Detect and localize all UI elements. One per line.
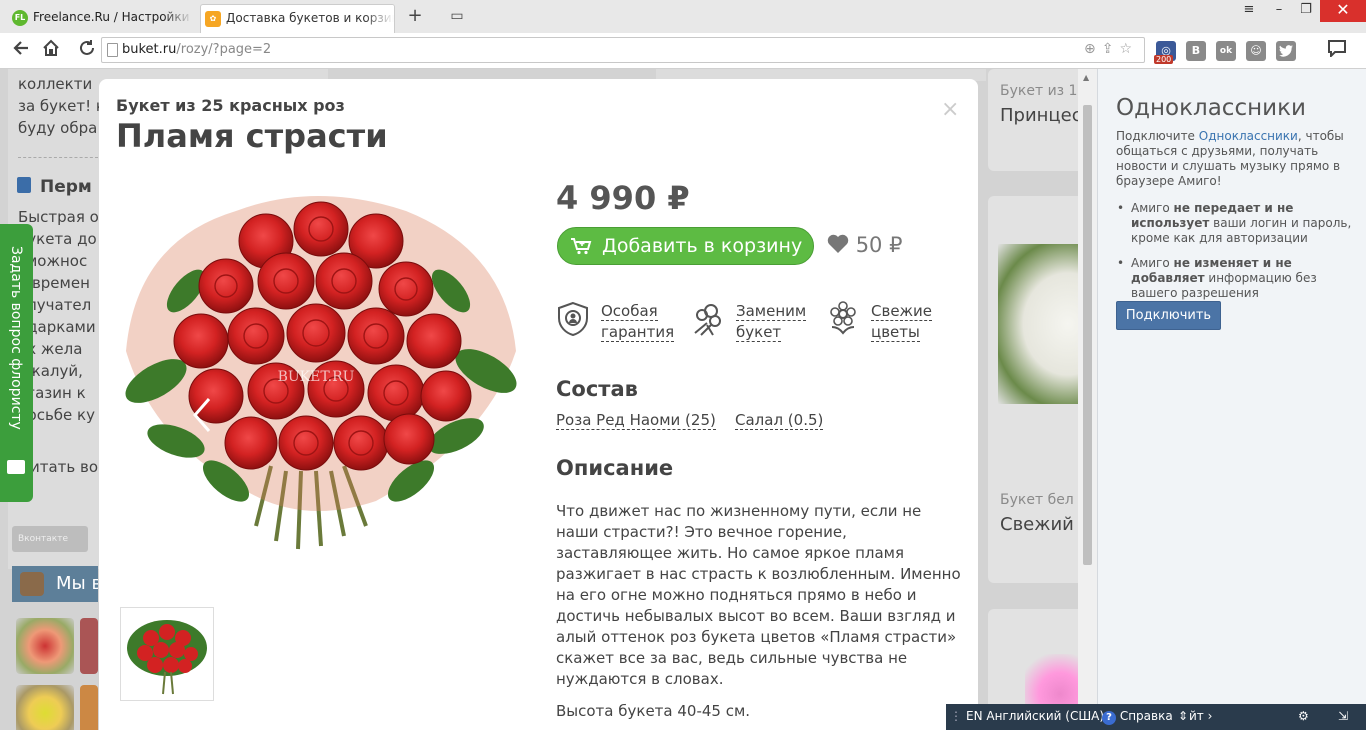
counter-badge: 200 xyxy=(1154,55,1174,64)
bg-text: за букет! к xyxy=(18,97,105,115)
instagram-icon xyxy=(20,572,44,596)
odnoklassniki-link[interactable]: Одноклассники xyxy=(1199,129,1298,143)
help-button[interactable]: ? Справка xyxy=(1102,709,1173,725)
feature-label[interactable]: Свежие xyxy=(871,302,933,321)
bg-heading: Перм xyxy=(40,177,92,197)
back-arrow-icon[interactable] xyxy=(10,39,32,61)
restore-button[interactable]: ❐ xyxy=(1295,0,1317,22)
extension-icon[interactable]: ⊕ xyxy=(1084,41,1102,57)
instagram-block[interactable]: Мы в xyxy=(12,566,98,602)
updown-icon[interactable]: ⇕ xyxy=(1178,709,1188,723)
minimize-button[interactable]: – xyxy=(1268,0,1290,22)
document-icon xyxy=(17,177,31,193)
tab-freelance[interactable]: FLFreelance.Ru / Настройки - М xyxy=(8,4,193,33)
vk-share-button[interactable]: Вконтакте xyxy=(12,526,88,552)
mail-agent-icon[interactable]: ☺ xyxy=(1246,41,1266,61)
scroll-up-icon[interactable]: ▲ xyxy=(1083,73,1089,82)
ask-florist-tab[interactable]: Задать вопрос флористу xyxy=(0,224,33,502)
add-to-cart-button[interactable]: Добавить в корзину xyxy=(557,227,814,265)
new-tab-button[interactable]: + xyxy=(405,6,425,26)
grip-icon: ⋮ xyxy=(950,709,962,723)
feature-label[interactable]: букет xyxy=(736,323,782,342)
image-thumbnail[interactable] xyxy=(120,607,214,701)
description-text: Что движет нас по жизненному пути, если … xyxy=(556,502,961,688)
card-category: Букет из 1 xyxy=(1000,83,1078,99)
star-icon[interactable]: ☆ xyxy=(1119,41,1138,57)
vk-icon[interactable]: B xyxy=(1186,41,1206,61)
feature-label[interactable]: Заменим xyxy=(736,302,807,321)
cart-icon xyxy=(571,238,592,255)
buket-favicon-icon: ✿ xyxy=(205,10,221,27)
product-title: Пламя страсти xyxy=(116,117,388,155)
composition-heading: Состав xyxy=(556,377,638,401)
tab-overview-icon[interactable]: ▭ xyxy=(447,6,467,26)
read-more-link[interactable]: итать во xyxy=(30,457,98,478)
side-bullet: Амиго не изменяет и не добавляет информа… xyxy=(1117,256,1359,301)
product-price: 4 990 ₽ xyxy=(556,179,690,217)
feature-label[interactable]: гарантия xyxy=(601,323,675,342)
bg-text: коллекти xyxy=(18,75,93,93)
odnoklassniki-side-panel: Одноклассники Подключите Одноклассники, … xyxy=(1097,69,1366,730)
watermark: BUKET.RU xyxy=(278,369,355,385)
tab-strip: FLFreelance.Ru / Настройки - М ✿Доставка… xyxy=(0,0,1366,34)
browser-toolbar: buket.ru/rozy/?page=2 ⊕⇪☆ ◎ 200 B ok ☺ xyxy=(0,33,1366,69)
product-thumbnail[interactable] xyxy=(80,618,98,674)
feature-label[interactable]: Особая xyxy=(601,302,658,321)
home-icon[interactable] xyxy=(40,39,62,61)
odnoklassniki-icon[interactable]: ok xyxy=(1216,41,1236,61)
product-thumbnail[interactable] xyxy=(16,685,74,730)
side-panel-title: Одноклассники xyxy=(1116,95,1306,121)
help-icon: ? xyxy=(1102,711,1116,725)
side-panel-intro: Подключите Одноклассники, чтобы общаться… xyxy=(1116,129,1344,188)
height-note: Высота букета 40-45 см. xyxy=(556,702,751,720)
description-heading: Описание xyxy=(556,456,674,480)
product-subtitle: Букет из 25 красных роз xyxy=(116,96,345,115)
card-name[interactable]: Свежий xyxy=(1000,514,1074,535)
card-name[interactable]: Принцес xyxy=(1000,105,1082,126)
freelance-favicon-icon: FL xyxy=(12,9,28,26)
minimize-bar-icon[interactable]: ⇲ xyxy=(1338,709,1348,723)
product-thumbnail[interactable] xyxy=(80,685,98,730)
feature-label[interactable]: цветы xyxy=(871,323,920,342)
side-bullet: Амиго не передает и не использует ваши л… xyxy=(1117,201,1359,246)
heart-icon xyxy=(827,234,849,253)
bonus-value: 50 ₽ xyxy=(855,233,903,257)
twitter-icon[interactable] xyxy=(1276,41,1296,61)
connect-button[interactable]: Подключить xyxy=(1116,301,1221,330)
close-icon[interactable]: × xyxy=(941,97,959,122)
add-to-cart-label: Добавить в корзину xyxy=(602,235,803,257)
product-modal: Букет из 25 красных роз Пламя страсти × xyxy=(99,79,978,730)
taskbar-partial-text: йт › xyxy=(1189,709,1213,723)
scroll-thumb[interactable] xyxy=(1083,105,1092,565)
language-indicator[interactable]: EN Английский (США) xyxy=(966,709,1104,723)
product-thumbnail[interactable] xyxy=(16,618,74,674)
settings-icon[interactable]: ⚙ xyxy=(1298,709,1309,723)
page-scrollbar[interactable]: ▲ xyxy=(1078,69,1097,730)
bg-text: буду обра xyxy=(18,119,98,137)
ask-florist-label: Задать вопрос флористу xyxy=(8,246,24,430)
url-actions: ⊕⇪☆ xyxy=(1084,41,1138,57)
share-icon[interactable]: ⇪ xyxy=(1102,41,1120,57)
address-bar[interactable]: buket.ru/rozy/?page=2 ⊕⇪☆ xyxy=(101,37,1145,63)
composition-item[interactable]: Роза Ред Наоми (25) xyxy=(556,411,716,430)
close-window-button[interactable]: ✕ xyxy=(1320,0,1366,22)
page-icon xyxy=(107,43,118,57)
menu-icon[interactable]: ≡ xyxy=(1238,0,1260,22)
language-bar: ⋮ EN Английский (США) ? Справка ⇕ йт › ⚙… xyxy=(946,704,1366,730)
shield-icon xyxy=(558,301,588,337)
bouquet-icon xyxy=(694,304,721,336)
chat-bubble-icon xyxy=(7,460,25,474)
flower-icon xyxy=(830,301,856,335)
tab-buket[interactable]: ✿ Доставка букетов и корзин с xyxy=(200,4,395,34)
reload-icon[interactable] xyxy=(76,39,98,61)
url-text[interactable]: buket.ru/rozy/?page=2 xyxy=(122,42,271,57)
bonus-points: 50 ₽ xyxy=(827,233,902,257)
composition-item[interactable]: Салал (0.5) xyxy=(735,411,824,430)
prev-image-arrow-icon[interactable] xyxy=(192,397,212,441)
card-category: Букет бел xyxy=(1000,492,1074,508)
chat-icon[interactable] xyxy=(1326,39,1348,61)
product-image[interactable]: BUKET.RU xyxy=(116,181,523,571)
